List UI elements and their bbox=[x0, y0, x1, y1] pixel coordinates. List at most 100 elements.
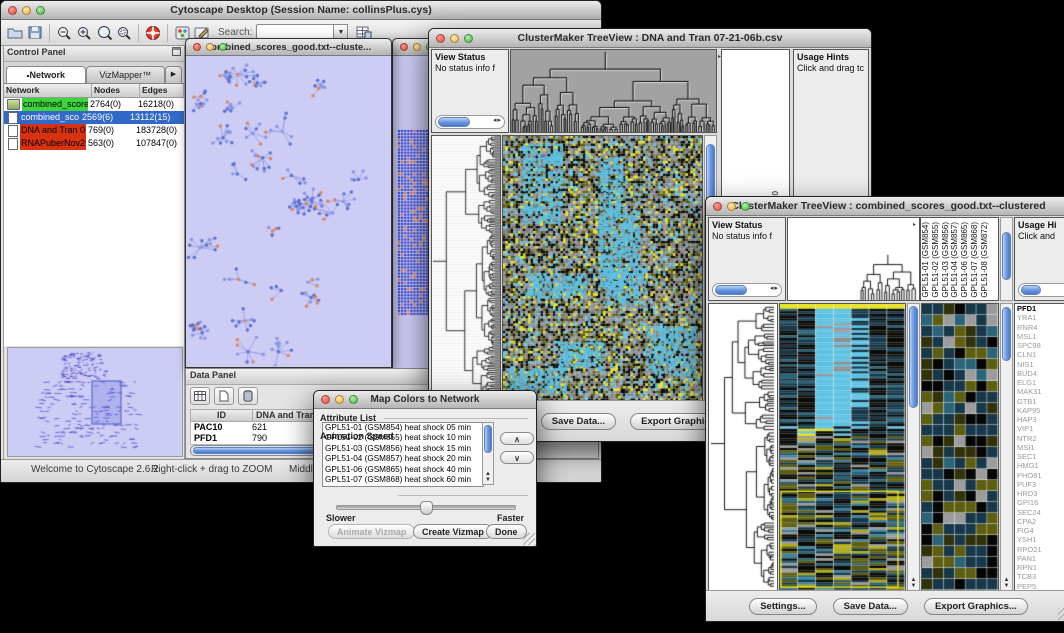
network-tree-row[interactable]: combined_scores2764(0)16218(0) bbox=[4, 98, 184, 111]
tv2-col-dendrogram-canvas[interactable] bbox=[788, 218, 919, 300]
gene-label[interactable]: RPO21 bbox=[1017, 545, 1064, 554]
gene-label[interactable]: YSH1 bbox=[1017, 535, 1064, 544]
tv1-heatmap-canvas[interactable] bbox=[503, 136, 702, 400]
gene-label[interactable]: MSL1 bbox=[1017, 332, 1064, 341]
save-icon[interactable] bbox=[25, 23, 45, 43]
zoom-button[interactable] bbox=[349, 395, 358, 404]
tv2-heatmap-canvas[interactable] bbox=[780, 304, 905, 590]
tv1-row-dendrogram[interactable] bbox=[431, 135, 501, 401]
done-button[interactable]: Done bbox=[486, 524, 527, 539]
zoom-fit-icon[interactable] bbox=[114, 23, 134, 43]
help-icon[interactable] bbox=[143, 23, 163, 43]
dialog-titlebar[interactable]: Map Colors to Network bbox=[314, 391, 536, 409]
close-button[interactable] bbox=[321, 395, 330, 404]
tv2-heatmap-vscrollbar[interactable]: ▲▼ bbox=[907, 303, 920, 591]
resize-grip[interactable] bbox=[1058, 608, 1064, 620]
network-view-titlebar[interactable]: combined_scores_good.txt--cluste... bbox=[186, 39, 391, 56]
tree-col-label[interactable]: GPL51-02 (GSM855) bbox=[932, 222, 941, 298]
gene-label[interactable]: RNR4 bbox=[1017, 323, 1064, 332]
tab-network[interactable]: 🞄Network bbox=[6, 66, 86, 83]
tv2-row-dendrogram[interactable] bbox=[708, 303, 778, 591]
network-tree-row[interactable]: RNAPuberNov2+563(0)107847(0) bbox=[4, 137, 184, 150]
treeview1-titlebar[interactable]: ClusterMaker TreeView : DNA and Tran 07-… bbox=[429, 29, 871, 48]
tv1-heatmap-panel[interactable] bbox=[502, 135, 703, 401]
zoom-selected-icon[interactable] bbox=[94, 23, 114, 43]
gene-label[interactable]: PHO81 bbox=[1017, 471, 1064, 480]
column-header-network[interactable]: Network bbox=[4, 84, 92, 97]
tree-col-label[interactable]: GPL51-01 (GSM854) bbox=[922, 222, 931, 298]
treeview2-titlebar[interactable]: ClusterMaker TreeView : combined_scores_… bbox=[706, 197, 1064, 216]
tv2-genes-vscrollbar[interactable]: ▲▼ bbox=[1000, 303, 1013, 591]
gene-label[interactable]: PAN1 bbox=[1017, 554, 1064, 563]
gene-label[interactable]: ELG1 bbox=[1017, 378, 1064, 387]
delete-attribute-icon[interactable] bbox=[238, 387, 258, 405]
settings-button[interactable]: Settings... bbox=[749, 598, 816, 615]
network-overview-panel[interactable] bbox=[7, 347, 183, 457]
tree-col-label[interactable]: GPL51-07 (GSM868) bbox=[971, 222, 980, 298]
zoom-button[interactable] bbox=[219, 43, 227, 51]
gene-label[interactable]: KAP95 bbox=[1017, 406, 1064, 415]
zoom-out-icon[interactable] bbox=[54, 23, 74, 43]
gene-label[interactable]: NTR2 bbox=[1017, 434, 1064, 443]
gene-label[interactable]: SEC24 bbox=[1017, 508, 1064, 517]
zoom-button[interactable] bbox=[464, 34, 473, 43]
network-canvas[interactable] bbox=[186, 56, 389, 366]
tv2-zoom-heatmap-canvas[interactable] bbox=[922, 304, 998, 590]
network-tree-row[interactable]: DNA and Tran 07769(0)183728(0) bbox=[4, 124, 184, 137]
attribute-item[interactable]: GPL51-06 (GSM865) heat shock 40 min bbox=[325, 465, 483, 475]
gene-label[interactable]: HAP3 bbox=[1017, 415, 1064, 424]
tv1-row-dendrogram-canvas[interactable] bbox=[432, 136, 500, 400]
zoom-button[interactable] bbox=[741, 202, 750, 211]
usage-hints-hscrollbar[interactable] bbox=[1018, 283, 1064, 297]
tree-col-label[interactable]: GPL51-06 (GSM865) bbox=[961, 222, 970, 298]
export-graphics-button[interactable]: Export Graphics... bbox=[924, 598, 1028, 615]
gene-label[interactable]: MAK31 bbox=[1017, 387, 1064, 396]
create-vizmap-button[interactable]: Create Vizmap bbox=[413, 524, 493, 539]
splitter-arrow-icon[interactable]: ▸ bbox=[913, 221, 916, 228]
zoom-in-icon[interactable] bbox=[74, 23, 94, 43]
minimize-button[interactable] bbox=[727, 202, 736, 211]
gene-label[interactable]: FIG4 bbox=[1017, 526, 1064, 535]
gene-label[interactable]: RPN1 bbox=[1017, 563, 1064, 572]
column-header-edges[interactable]: Edges bbox=[140, 84, 184, 97]
main-titlebar[interactable]: Cytoscape Desktop (Session Name: collins… bbox=[1, 1, 601, 20]
gene-label[interactable]: CPA2 bbox=[1017, 517, 1064, 526]
gene-label[interactable]: GTB1 bbox=[1017, 397, 1064, 406]
tree-col-label[interactable]: GPL51-08 (GSM872) bbox=[981, 222, 990, 298]
attribute-item[interactable]: GPL51-03 (GSM856) heat shock 15 min bbox=[325, 444, 483, 454]
open-file-icon[interactable] bbox=[5, 23, 25, 43]
tab-vizmapper[interactable]: VizMapper™ bbox=[86, 66, 166, 83]
id-column-header[interactable]: ID bbox=[191, 410, 253, 421]
new-attribute-icon[interactable] bbox=[214, 387, 234, 405]
tv2-row-dendrogram-canvas[interactable] bbox=[709, 304, 777, 590]
animation-speed-slider[interactable] bbox=[336, 505, 516, 510]
gene-label[interactable]: BUD4 bbox=[1017, 369, 1064, 378]
move-down-button[interactable]: ∨ bbox=[500, 451, 534, 464]
close-button[interactable] bbox=[400, 43, 408, 51]
tv2-heatmap-panel[interactable] bbox=[779, 303, 906, 591]
zoom-button[interactable] bbox=[36, 6, 45, 15]
save-data-button[interactable]: Save Data... bbox=[541, 413, 616, 430]
gene-label[interactable]: PUF3 bbox=[1017, 480, 1064, 489]
tab-overflow-arrow[interactable]: ▶ bbox=[165, 66, 182, 83]
view-status-hscrollbar[interactable]: ◂▸ bbox=[435, 115, 505, 129]
gene-label[interactable]: HRD3 bbox=[1017, 489, 1064, 498]
column-header-nodes[interactable]: Nodes bbox=[92, 84, 140, 97]
save-data-button[interactable]: Save Data... bbox=[833, 598, 908, 615]
minimize-button[interactable] bbox=[413, 43, 421, 51]
gene-label[interactable]: PFD1 bbox=[1017, 304, 1064, 313]
gene-label[interactable]: SPC98 bbox=[1017, 341, 1064, 350]
tv1-column-dendrogram[interactable] bbox=[510, 49, 717, 133]
attribute-select-icon[interactable] bbox=[190, 387, 210, 405]
minimize-button[interactable] bbox=[450, 34, 459, 43]
view-status-hscrollbar[interactable]: ◂▸ bbox=[712, 283, 782, 297]
tv2-labels-vscrollbar[interactable] bbox=[1000, 217, 1013, 301]
close-button[interactable] bbox=[8, 6, 17, 15]
close-button[interactable] bbox=[193, 43, 201, 51]
network-tree-row[interactable]: combined_sco2569(6)13112(15) bbox=[4, 111, 184, 124]
close-button[interactable] bbox=[436, 34, 445, 43]
gene-label[interactable]: NIS1 bbox=[1017, 360, 1064, 369]
gene-label[interactable]: CLN1 bbox=[1017, 350, 1064, 359]
gene-label[interactable]: GPI16 bbox=[1017, 498, 1064, 507]
gene-label[interactable]: HMG1 bbox=[1017, 461, 1064, 470]
